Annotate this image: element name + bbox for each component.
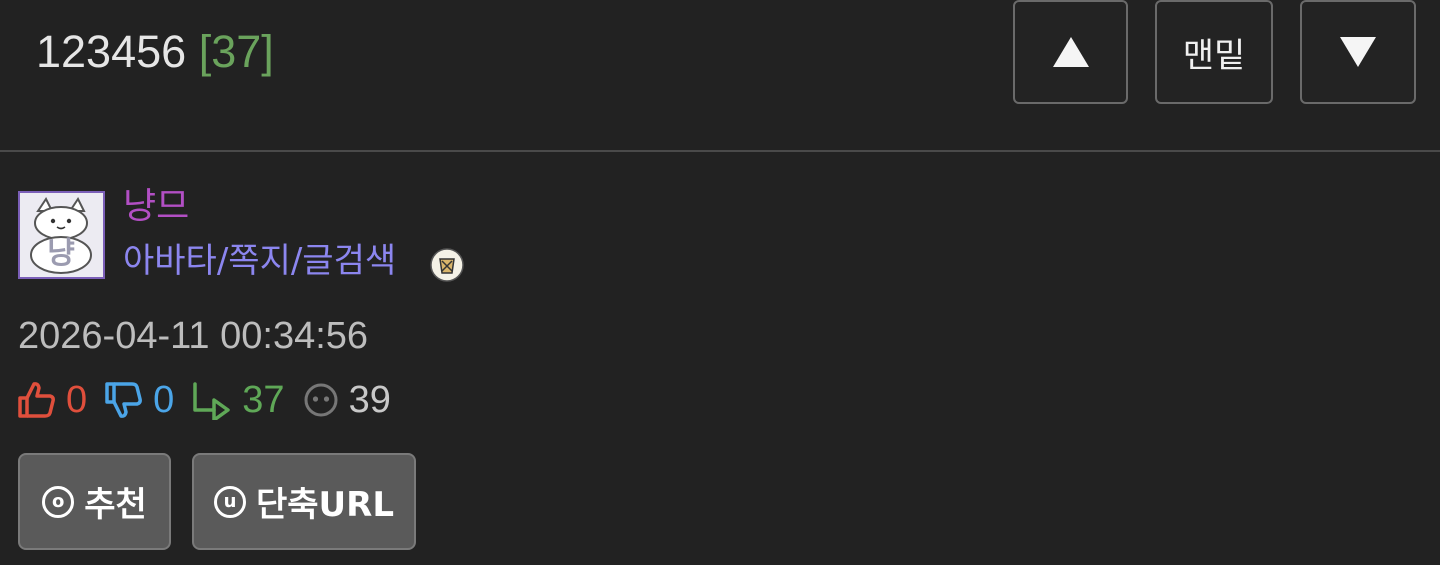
comment-count: [37] bbox=[198, 26, 274, 77]
post-header: 123456 [37] 맨밑 bbox=[0, 0, 1440, 150]
dislike-stat: 0 bbox=[103, 379, 174, 422]
scroll-up-button[interactable] bbox=[1013, 0, 1128, 104]
cat-avatar-icon: 냥 bbox=[20, 193, 103, 277]
post-stats: 0 0 37 39 bbox=[16, 376, 391, 424]
post-title-text: 123456 bbox=[36, 26, 187, 77]
scroll-down-button[interactable] bbox=[1300, 0, 1416, 104]
author-links[interactable]: 아바타/쪽지/글검색 bbox=[123, 238, 396, 284]
thumbs-down-icon bbox=[105, 382, 143, 418]
level-badge-icon bbox=[430, 248, 464, 282]
recommend-label: 추천 bbox=[84, 485, 147, 525]
reply-stat: 37 bbox=[190, 378, 285, 422]
recommend-button[interactable]: o 추천 bbox=[18, 453, 171, 550]
view-stat: 39 bbox=[303, 379, 391, 422]
scroll-bottom-label: 맨밑 bbox=[1182, 35, 1246, 76]
post-date: 2026-04-11 00:34:56 bbox=[18, 315, 369, 357]
author-avatar[interactable]: 냥 bbox=[18, 191, 105, 279]
reply-count: 37 bbox=[242, 378, 285, 421]
short-url-label: 단축URL bbox=[255, 485, 394, 525]
thumbs-up-icon bbox=[18, 382, 55, 418]
scroll-bottom-button[interactable]: 맨밑 bbox=[1155, 0, 1273, 104]
triangle-up-icon bbox=[1052, 37, 1089, 67]
header-divider bbox=[0, 150, 1440, 152]
eye-face-icon bbox=[304, 383, 338, 417]
dislike-count: 0 bbox=[153, 378, 175, 421]
reply-arrow-icon bbox=[193, 382, 231, 420]
shortcut-o-icon: o bbox=[42, 485, 75, 518]
post-view: 123456 [37] 맨밑 냥 냥므 아바타/쪽지/글검색 2026-04-1… bbox=[0, 0, 1440, 565]
like-stat: 0 bbox=[16, 379, 87, 422]
avatar-glyph: 냥 bbox=[47, 236, 75, 271]
like-count: 0 bbox=[66, 378, 88, 421]
shortcut-u-icon: u bbox=[213, 485, 246, 518]
triangle-down-icon bbox=[1340, 37, 1376, 67]
author-name[interactable]: 냥므 bbox=[123, 184, 189, 230]
short-url-button[interactable]: u 단축URL bbox=[192, 453, 416, 550]
post-title: 123456 [37] bbox=[36, 24, 274, 80]
view-count: 39 bbox=[348, 378, 391, 421]
